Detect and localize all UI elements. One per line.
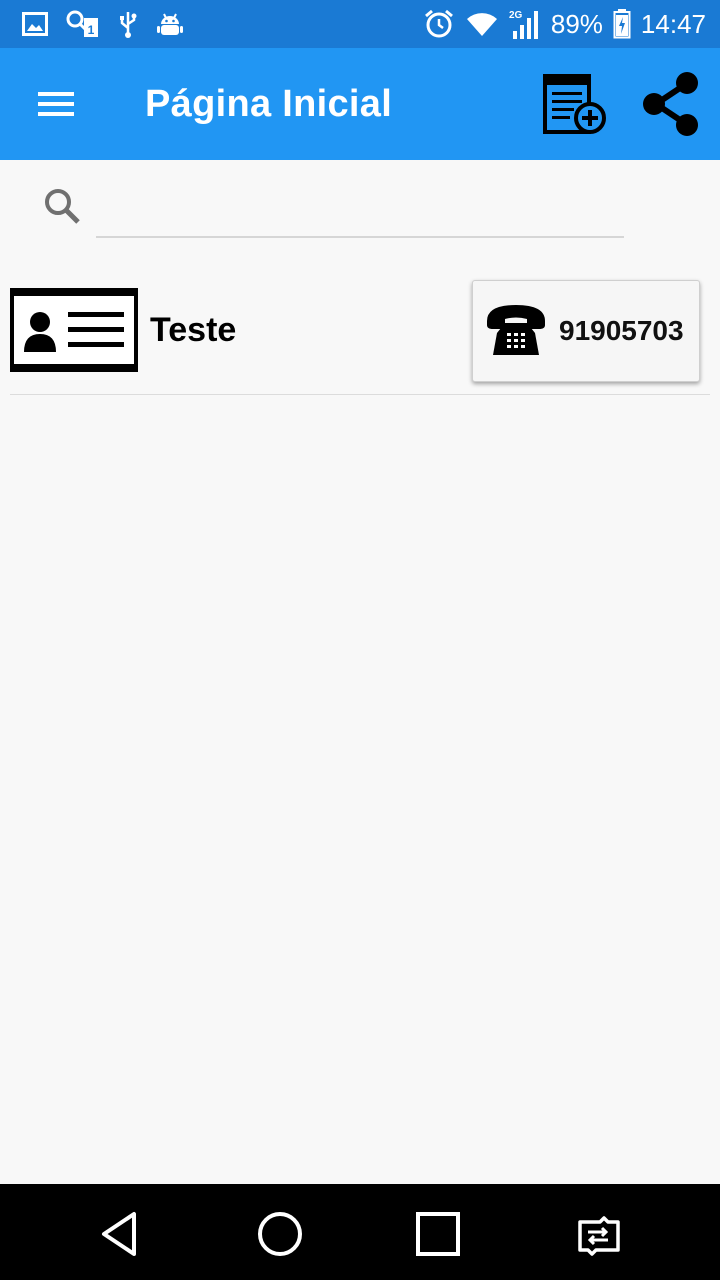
battery-percentage: 89% [550, 9, 603, 39]
share-icon [636, 72, 708, 144]
call-button[interactable]: 91905703 [472, 280, 700, 382]
signal-icon: 2G [509, 9, 541, 39]
search-bar [0, 160, 720, 250]
back-icon [94, 1212, 150, 1266]
add-contact-icon [540, 74, 612, 144]
recents-button[interactable] [410, 1206, 466, 1262]
menu-icon [24, 92, 88, 136]
page-title: Página Inicial [145, 83, 393, 125]
add-contact-button[interactable] [540, 70, 612, 140]
usb-icon [118, 10, 138, 38]
svg-text:1: 1 [88, 23, 95, 37]
switch-app-icon [570, 1216, 626, 1266]
search-input[interactable] [96, 190, 624, 238]
recents-icon [410, 1212, 466, 1266]
wifi-icon [465, 11, 499, 37]
share-button[interactable] [636, 70, 708, 140]
sim-notification-icon: 1 [66, 10, 100, 38]
back-button[interactable] [94, 1206, 150, 1262]
home-icon [252, 1212, 308, 1266]
search-icon [40, 184, 86, 230]
battery-icon [613, 9, 631, 39]
contact-card-icon [10, 288, 138, 372]
list-item[interactable]: Teste 91905703 [10, 270, 710, 395]
alarm-icon [423, 8, 455, 40]
clock: 14:47 [640, 9, 706, 39]
app-bar: Página Inicial [0, 48, 720, 160]
contact-name: Teste [150, 311, 237, 349]
phone-number: 91905703 [559, 315, 684, 346]
switch-app-button[interactable] [570, 1206, 626, 1262]
svg-text:2G: 2G [509, 10, 523, 21]
image-icon [22, 12, 48, 36]
android-debug-icon [156, 10, 184, 38]
menu-button[interactable] [24, 76, 88, 132]
status-bar: 1 2G 89% 14:47 [0, 0, 720, 48]
navigation-bar [0, 1184, 720, 1280]
telephone-icon [483, 299, 549, 359]
home-button[interactable] [252, 1206, 308, 1262]
